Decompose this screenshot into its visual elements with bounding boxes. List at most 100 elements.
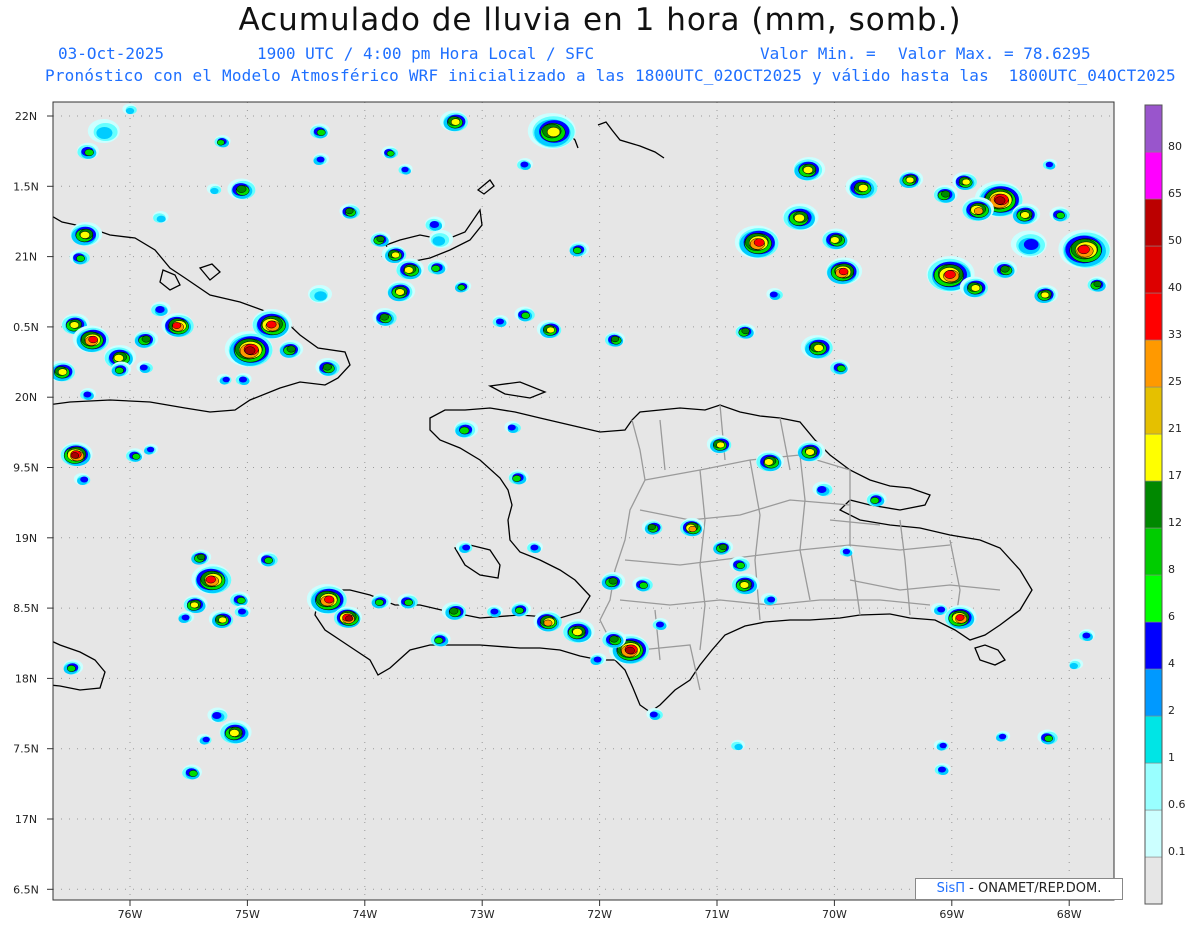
rain-cell: [1069, 658, 1084, 670]
rain-cell: [183, 595, 208, 613]
colorbar-swatch: [1144, 621, 1163, 670]
colorbar-swatch: [1144, 339, 1163, 388]
colorbar-swatch: [1144, 104, 1163, 153]
lon-label: 73W: [470, 908, 495, 921]
rain-cell: [652, 618, 669, 630]
rain-cell: [429, 230, 454, 248]
lat-label: 6.5N: [13, 883, 39, 896]
colorbar-label: 2: [1168, 704, 1175, 717]
colorbar-label: 33: [1168, 328, 1182, 341]
colorbar-label: 17: [1168, 469, 1182, 482]
lat-label: 9.5N: [13, 462, 39, 475]
rain-cell: [492, 315, 509, 327]
rain-cell: [227, 178, 256, 200]
rain-cell: [527, 541, 543, 553]
rain-cell: [134, 330, 159, 348]
rain-cell: [797, 440, 826, 462]
colorbar-label: 50: [1168, 234, 1182, 247]
lon-label: 69W: [939, 908, 964, 921]
lon-label: 71W: [705, 908, 730, 921]
rain-cell: [150, 301, 171, 317]
colorbar-swatch: [1144, 292, 1163, 341]
rain-cell: [235, 373, 252, 385]
colorbar-swatch: [1144, 198, 1163, 247]
colorbar-label: 21: [1168, 422, 1182, 435]
rain-cell: [1079, 629, 1095, 641]
brand-logo: SisΠ: [936, 881, 966, 896]
rain-cell: [812, 481, 833, 497]
rain-cell: [207, 707, 228, 723]
lat-label: 19N: [15, 532, 37, 545]
rain-cell: [800, 335, 833, 359]
colorbar-label: 1: [1168, 751, 1175, 764]
rain-cell: [182, 764, 202, 780]
rain-cell: [734, 225, 779, 259]
rain-cell: [425, 216, 445, 232]
lat-label: 21N: [15, 251, 37, 264]
rain-cell: [308, 285, 332, 303]
rain-cell: [793, 157, 826, 181]
rain-cell: [387, 280, 416, 302]
colorbar-label: 65: [1168, 187, 1182, 200]
rain-cell: [87, 119, 120, 143]
lon-label: 70W: [822, 908, 847, 921]
precipitation-map: 22N 1.5N 21N 0.5N 20N 9.5N 19N 8.5N 18N 7.5N 17N 6.…: [13, 101, 1186, 921]
lat-label: 20N: [15, 391, 37, 404]
colorbar-label: 8: [1168, 563, 1175, 576]
rain-cell: [602, 630, 626, 648]
rain-cell: [866, 491, 887, 507]
rain-cell: [562, 619, 595, 643]
lat-label: 7.5N: [13, 743, 39, 756]
rain-cell: [279, 340, 304, 358]
rain-cell: [845, 175, 878, 199]
rain-cell: [826, 257, 863, 285]
rain-cell: [962, 197, 994, 221]
colorbar-swatch: [1144, 527, 1163, 576]
rain-cell: [1010, 230, 1047, 258]
rain-cell: [77, 142, 99, 160]
rain-cell: [731, 573, 760, 595]
rain-cell: [152, 211, 169, 223]
rain-cell: [1012, 203, 1041, 225]
lat-label: 0.5N: [13, 321, 39, 334]
rain-cell: [234, 605, 251, 617]
rain-cell: [508, 469, 529, 485]
lon-label: 75W: [235, 908, 260, 921]
rain-cell: [511, 601, 532, 617]
rain-cell: [53, 360, 75, 382]
credit-box: SisΠ - ONAMET/REP.DOM.: [915, 878, 1123, 900]
rain-cell: [252, 309, 292, 339]
rain-cell: [1034, 285, 1059, 303]
rain-cell: [517, 158, 533, 170]
rain-cell: [63, 659, 84, 675]
rain-cell: [454, 420, 479, 438]
rain-cell: [371, 593, 392, 609]
lat-label: 18N: [15, 672, 37, 685]
rain-cell: [487, 605, 503, 617]
rain-cell: [126, 448, 144, 462]
colorbar-label: 6: [1168, 610, 1175, 623]
rain-cell: [111, 361, 132, 377]
rain-cell: [439, 110, 468, 132]
colorbar-label: 12: [1168, 516, 1182, 529]
rain-cell: [230, 591, 250, 607]
colorbar-label: 80: [1168, 140, 1182, 153]
colorbar-swatch: [1144, 762, 1163, 811]
rain-cell: [70, 222, 103, 246]
lat-label: 8.5N: [13, 602, 39, 615]
rain-cell: [178, 611, 195, 623]
rain-cell: [731, 739, 745, 751]
rain-cell: [60, 442, 93, 466]
rain-cell: [80, 388, 96, 400]
rain-cell: [830, 359, 850, 375]
rain-cell: [310, 123, 330, 139]
rain-cell: [396, 258, 424, 280]
rain-cell: [899, 170, 924, 188]
rain-cell: [590, 653, 607, 665]
colorbar-swatch: [1144, 809, 1163, 858]
rain-cell: [944, 605, 977, 629]
colorbar-label: 0.6: [1168, 798, 1186, 811]
rain-cell: [934, 763, 951, 775]
lat-label: 1.5N: [13, 180, 39, 193]
lat-label: 17N: [15, 813, 37, 826]
